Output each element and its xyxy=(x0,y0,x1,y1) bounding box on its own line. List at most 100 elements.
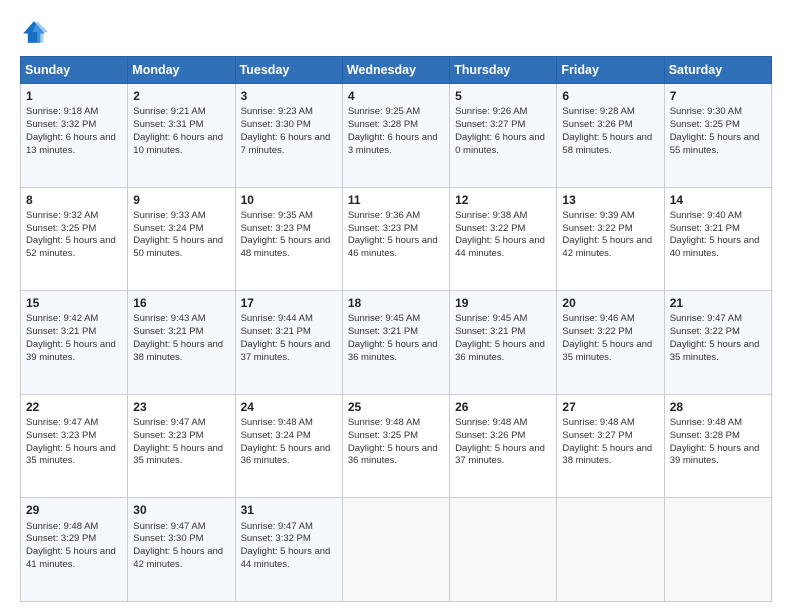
sunset-label: Sunset: 3:21 PM xyxy=(133,326,203,337)
calendar-cell: 24Sunrise: 9:48 AMSunset: 3:24 PMDayligh… xyxy=(235,394,342,498)
day-number: 31 xyxy=(241,502,337,518)
sunrise-label: Sunrise: 9:46 AM xyxy=(562,313,634,324)
week-row-4: 22Sunrise: 9:47 AMSunset: 3:23 PMDayligh… xyxy=(21,394,772,498)
day-header-sunday: Sunday xyxy=(21,57,128,84)
calendar-cell: 16Sunrise: 9:43 AMSunset: 3:21 PMDayligh… xyxy=(128,291,235,395)
sunset-label: Sunset: 3:24 PM xyxy=(133,223,203,234)
calendar-cell: 5Sunrise: 9:26 AMSunset: 3:27 PMDaylight… xyxy=(450,84,557,188)
top-header xyxy=(20,18,772,46)
calendar-cell: 19 Sunrise: 9:45 AM Sunset: 3:21 PM Dayligh… xyxy=(450,291,557,395)
day-number: 23 xyxy=(133,399,229,415)
sunrise-label: Sunrise: 9:47 AM xyxy=(133,417,205,428)
sunset-label: Sunset: 3:25 PM xyxy=(26,223,96,234)
day-number: 13 xyxy=(562,192,658,208)
sunset-label: Sunset: 3:32 PM xyxy=(26,119,96,130)
logo xyxy=(20,18,52,46)
daylight-label: Daylight: 5 hours and 42 minutes. xyxy=(133,546,223,570)
sunset-label: Sunset: 3:21 PM xyxy=(26,326,96,337)
sunset-label: Sunset: 3:26 PM xyxy=(455,430,525,441)
sunset-label: Sunset: 3:23 PM xyxy=(348,223,418,234)
week-row-5: 29Sunrise: 9:48 AMSunset: 3:29 PMDayligh… xyxy=(21,498,772,602)
sunset-label: Sunset: 3:26 PM xyxy=(562,119,632,130)
sunset-label: Sunset: 3:27 PM xyxy=(562,430,632,441)
day-number: 8 xyxy=(26,192,122,208)
daylight-label: Daylight: 5 hours and 39 minutes. xyxy=(670,443,760,467)
sunrise-label: Sunrise: 9:45 AM xyxy=(455,313,527,324)
sunrise-label: Sunrise: 9:33 AM xyxy=(133,210,205,221)
sunrise-label: Sunrise: 9:28 AM xyxy=(562,106,634,117)
day-number: 18 xyxy=(348,295,444,311)
sunset-label: Sunset: 3:24 PM xyxy=(241,430,311,441)
sunset-label: Sunset: 3:30 PM xyxy=(241,119,311,130)
sunset-label: Sunset: 3:21 PM xyxy=(348,326,418,337)
calendar-cell: 28Sunrise: 9:48 AMSunset: 3:28 PMDayligh… xyxy=(664,394,771,498)
daylight-label: Daylight: 5 hours and 40 minutes. xyxy=(670,235,760,259)
daylight-label: Daylight: 5 hours and 37 minutes. xyxy=(241,339,331,363)
sunrise-label: Sunrise: 9:42 AM xyxy=(26,313,98,324)
daylight-label: Daylight: 5 hours and 35 minutes. xyxy=(26,443,116,467)
day-header-friday: Friday xyxy=(557,57,664,84)
day-header-tuesday: Tuesday xyxy=(235,57,342,84)
daylight-label: Daylight: 6 hours and 0 minutes. xyxy=(455,132,545,156)
calendar-cell: 2Sunrise: 9:21 AMSunset: 3:31 PMDaylight… xyxy=(128,84,235,188)
sunset-label: Sunset: 3:22 PM xyxy=(670,326,740,337)
calendar-cell: 4Sunrise: 9:25 AMSunset: 3:28 PMDaylight… xyxy=(342,84,449,188)
sunrise-label: Sunrise: 9:48 AM xyxy=(562,417,634,428)
sunrise-label: Sunrise: 9:48 AM xyxy=(241,417,313,428)
calendar-cell: 9Sunrise: 9:33 AMSunset: 3:24 PMDaylight… xyxy=(128,187,235,291)
daylight-label: Daylight: 5 hours and 44 minutes. xyxy=(455,235,545,259)
calendar-cell: 29Sunrise: 9:48 AMSunset: 3:29 PMDayligh… xyxy=(21,498,128,602)
sunrise-label: Sunrise: 9:47 AM xyxy=(133,521,205,532)
daylight-label: Daylight: 6 hours and 3 minutes. xyxy=(348,132,438,156)
sunset-label: Sunset: 3:21 PM xyxy=(455,326,525,337)
daylight-label: Daylight: 5 hours and 41 minutes. xyxy=(26,546,116,570)
calendar-cell: 30Sunrise: 9:47 AMSunset: 3:30 PMDayligh… xyxy=(128,498,235,602)
sunrise-label: Sunrise: 9:48 AM xyxy=(670,417,742,428)
daylight-label: Daylight: 5 hours and 38 minutes. xyxy=(562,443,652,467)
daylight-label: Daylight: 5 hours and 44 minutes. xyxy=(241,546,331,570)
calendar-cell: 6Sunrise: 9:28 AMSunset: 3:26 PMDaylight… xyxy=(557,84,664,188)
sunset-label: Sunset: 3:22 PM xyxy=(562,326,632,337)
calendar-cell: 14Sunrise: 9:40 AMSunset: 3:21 PMDayligh… xyxy=(664,187,771,291)
day-number: 24 xyxy=(241,399,337,415)
daylight-label: Daylight: 5 hours and 35 minutes. xyxy=(133,443,223,467)
daylight-label: Daylight: 6 hours and 7 minutes. xyxy=(241,132,331,156)
day-number: 17 xyxy=(241,295,337,311)
week-row-1: 1Sunrise: 9:18 AMSunset: 3:32 PMDaylight… xyxy=(21,84,772,188)
sunrise-label: Sunrise: 9:47 AM xyxy=(26,417,98,428)
sunrise-label: Sunrise: 9:48 AM xyxy=(455,417,527,428)
day-number: 19 xyxy=(455,295,551,311)
sunset-label: Sunset: 3:31 PM xyxy=(133,119,203,130)
sunrise-label: Sunrise: 9:23 AM xyxy=(241,106,313,117)
daylight-label: Daylight: 5 hours and 46 minutes. xyxy=(348,235,438,259)
daylight-label: Daylight: 5 hours and 36 minutes. xyxy=(455,339,545,363)
day-number: 21 xyxy=(670,295,766,311)
calendar-cell: 25Sunrise: 9:48 AMSunset: 3:25 PMDayligh… xyxy=(342,394,449,498)
daylight-label: Daylight: 5 hours and 35 minutes. xyxy=(562,339,652,363)
day-number: 25 xyxy=(348,399,444,415)
day-number: 15 xyxy=(26,295,122,311)
sunrise-label: Sunrise: 9:21 AM xyxy=(133,106,205,117)
day-number: 29 xyxy=(26,502,122,518)
sunset-label: Sunset: 3:27 PM xyxy=(455,119,525,130)
sunrise-label: Sunrise: 9:35 AM xyxy=(241,210,313,221)
day-number: 2 xyxy=(133,88,229,104)
day-number: 28 xyxy=(670,399,766,415)
calendar-cell: 22Sunrise: 9:47 AMSunset: 3:23 PMDayligh… xyxy=(21,394,128,498)
sunset-label: Sunset: 3:23 PM xyxy=(133,430,203,441)
sunrise-label: Sunrise: 9:40 AM xyxy=(670,210,742,221)
calendar-cell: 23 Sunrise: 9:47 AM Sunset: 3:23 PM Dayligh… xyxy=(128,394,235,498)
day-number: 3 xyxy=(241,88,337,104)
calendar-cell: 15Sunrise: 9:42 AMSunset: 3:21 PMDayligh… xyxy=(21,291,128,395)
sunset-label: Sunset: 3:22 PM xyxy=(562,223,632,234)
daylight-label: Daylight: 5 hours and 38 minutes. xyxy=(133,339,223,363)
day-number: 9 xyxy=(133,192,229,208)
day-number: 6 xyxy=(562,88,658,104)
calendar-cell: 3 Sunrise: 9:23 AM Sunset: 3:30 PM Daylight… xyxy=(235,84,342,188)
page: SundayMondayTuesdayWednesdayThursdayFrid… xyxy=(0,0,792,612)
generalblue-logo-icon xyxy=(20,18,48,46)
sunrise-label: Sunrise: 9:38 AM xyxy=(455,210,527,221)
sunset-label: Sunset: 3:29 PM xyxy=(26,533,96,544)
day-number: 4 xyxy=(348,88,444,104)
daylight-label: Daylight: 5 hours and 37 minutes. xyxy=(455,443,545,467)
